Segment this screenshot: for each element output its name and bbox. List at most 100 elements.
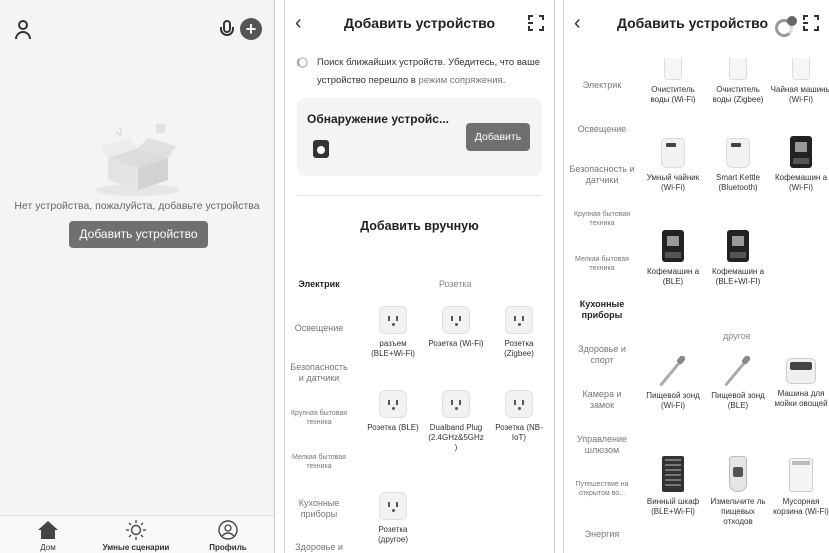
device-label: Кофемашин а (BLE) xyxy=(646,267,700,286)
tab-profile[interactable]: Профиль xyxy=(188,520,268,552)
tab-home[interactable]: Дом xyxy=(8,520,88,552)
scan-qr-icon[interactable] xyxy=(803,15,819,31)
category-lighting[interactable]: Освещение xyxy=(564,124,640,135)
pairing-mode-link[interactable]: режим сопряжения xyxy=(418,75,502,86)
device-label: Dualband Plug (2.4GHz&5GHz ) xyxy=(428,423,484,452)
search-hint-end: . xyxy=(502,75,506,86)
device-tile[interactable]: Розетка (BLE) xyxy=(363,390,423,433)
tab-profile-label: Профиль xyxy=(209,543,247,552)
device-tile[interactable]: Очиститель воды (Zigbee) xyxy=(707,58,769,105)
user-icon[interactable] xyxy=(14,20,32,40)
add-device-screen: ‹ Добавить устройство Поиск ближайших ус… xyxy=(284,0,555,553)
category-energy[interactable]: Энергия xyxy=(564,529,640,540)
category-camera-lock[interactable]: Камера и замок xyxy=(564,389,640,411)
coffee-machine-icon xyxy=(790,136,812,168)
category-large-appliances[interactable]: Крупная бытовая техника xyxy=(285,409,353,427)
device-label: Очиститель воды (Zigbee) xyxy=(712,85,764,104)
add-device-header: ‹ Добавить устройство xyxy=(285,12,554,36)
device-tile[interactable]: Винный шкаф (BLE+Wi-Fi) xyxy=(642,456,704,517)
socket-icon xyxy=(442,306,470,334)
socket-icon xyxy=(505,306,533,334)
add-discovered-button[interactable]: Добавить xyxy=(466,123,530,151)
device-label: Машина для мойки овощей xyxy=(774,389,828,408)
socket-icon xyxy=(379,492,407,520)
home-top-bar: + xyxy=(14,18,262,44)
device-label: Пищевой зонд (Wi-Fi) xyxy=(646,391,700,410)
sun-icon xyxy=(126,520,146,540)
discovered-device-icon xyxy=(313,140,329,158)
category-lighting[interactable]: Освещение xyxy=(285,323,353,334)
category-security-sensors[interactable]: Безопасность и датчики xyxy=(564,164,640,186)
category-small-appliances[interactable]: Мелкая бытовая техника xyxy=(564,255,640,273)
category-gateway[interactable]: Управление шлюзом xyxy=(564,434,640,456)
add-device-button[interactable]: Добавить устройство xyxy=(69,221,208,248)
empty-box-illustration xyxy=(96,124,180,196)
device-tile[interactable]: Dualband Plug (2.4GHz&5GHz ) xyxy=(426,390,486,453)
device-label: Розетка (Wi-Fi) xyxy=(428,339,484,348)
home-icon xyxy=(38,521,58,539)
scan-qr-icon[interactable] xyxy=(528,15,544,31)
device-label: Кофемашин а (Wi-Fi) xyxy=(774,173,828,192)
device-tile[interactable]: Розетка (другое) xyxy=(363,492,423,545)
device-tile[interactable]: Розетка (NB-IoT) xyxy=(489,390,549,443)
device-tile[interactable]: Розетка (Zigbee) xyxy=(489,306,549,359)
category-health[interactable]: Здоровье и xyxy=(285,542,353,553)
tab-smart-scenes-label: Умные сценарии xyxy=(102,543,170,552)
coffee-machine-icon xyxy=(727,230,749,262)
kettle-icon xyxy=(726,138,750,168)
socket-icon xyxy=(505,390,533,418)
device-tile[interactable]: Машина для мойки овощей xyxy=(770,358,829,409)
device-tile[interactable]: Очиститель воды (Wi-Fi) xyxy=(642,58,704,105)
socket-icon xyxy=(442,390,470,418)
add-device-header: ‹ Добавить устройство xyxy=(564,12,829,38)
profile-icon xyxy=(218,520,238,540)
device-tile[interactable]: Кофемашин а (BLE) xyxy=(642,230,704,287)
loading-spinner-icon xyxy=(297,57,308,68)
device-label: Винный шкаф (BLE+Wi-Fi) xyxy=(646,497,700,516)
device-tile[interactable]: Чайная машины (Wi-Fi) xyxy=(770,58,829,105)
category-large-appliances[interactable]: Крупная бытовая техника xyxy=(564,210,640,228)
device-tile[interactable]: Кофемашин а (BLE+WI-FI) xyxy=(707,230,769,287)
device-tile[interactable]: Мусорная корзина (Wi-Fi) xyxy=(770,458,829,517)
food-probe-icon xyxy=(723,356,753,386)
page-title: Добавить устройство xyxy=(343,15,496,31)
category-health-sport[interactable]: Здоровье и спорт xyxy=(564,344,640,366)
manual-add-title: Добавить вручную xyxy=(360,219,479,233)
category-outdoor[interactable]: Путешествие на открытом во... xyxy=(564,480,640,498)
device-label: разъем (BLE+Wi-Fi) xyxy=(371,339,415,358)
device-label: Чайная машины (Wi-Fi) xyxy=(770,85,829,104)
section-other-label: другое xyxy=(723,331,751,341)
category-electric[interactable]: Электрик xyxy=(285,279,353,290)
category-small-appliances[interactable]: Мелкая бытовая техника xyxy=(285,453,353,471)
category-security-sensors[interactable]: Безопасность и датчики xyxy=(285,362,353,384)
food-probe-icon xyxy=(658,356,688,386)
add-plus-icon[interactable]: + xyxy=(240,18,262,40)
device-tile[interactable]: Измельчите ль пищевых отходов xyxy=(707,456,769,527)
device-label: Пищевой зонд (BLE) xyxy=(711,391,765,410)
device-label: Розетка (Zigbee) xyxy=(504,339,534,358)
add-device-kitchen-screen: ‹ Добавить устройство Электрик Освещение… xyxy=(563,0,829,553)
discovered-device-card: Обнаружение устройс... Добавить xyxy=(297,98,542,176)
tab-home-label: Дом xyxy=(40,543,56,552)
category-kitchen[interactable]: Кухонные приборы xyxy=(564,299,640,321)
home-screen: + Нет устройства, пожалуйста, добавьте у… xyxy=(0,0,275,553)
socket-icon xyxy=(379,306,407,334)
bottom-tab-bar: Дом Умные сценарии Профиль xyxy=(0,515,274,553)
device-tile[interactable]: Пищевой зонд (Wi-Fi) xyxy=(642,356,704,411)
nearby-search-status: Поиск ближайших устройств. Убедитесь, чт… xyxy=(297,54,544,90)
socket-icon xyxy=(379,390,407,418)
microphone-icon[interactable] xyxy=(220,20,234,40)
category-electric[interactable]: Электрик xyxy=(564,80,640,91)
device-tile[interactable]: Розетка (Wi-Fi) xyxy=(426,306,486,349)
water-purifier-icon xyxy=(664,58,682,80)
category-kitchen[interactable]: Кухонные приборы xyxy=(285,498,353,520)
divider xyxy=(297,195,542,196)
device-tile[interactable]: Умный чайник (Wi-Fi) xyxy=(642,138,704,193)
device-tile[interactable]: разъем (BLE+Wi-Fi) xyxy=(363,306,423,359)
device-tile[interactable]: Smart Kettle (Bluetooth) xyxy=(707,138,769,193)
searching-badge-icon[interactable] xyxy=(775,16,797,38)
device-tile[interactable]: Кофемашин а (Wi-Fi) xyxy=(770,136,829,193)
tab-smart-scenes[interactable]: Умные сценарии xyxy=(96,520,176,552)
kettle-icon xyxy=(661,138,685,168)
device-tile[interactable]: Пищевой зонд (BLE) xyxy=(707,356,769,411)
